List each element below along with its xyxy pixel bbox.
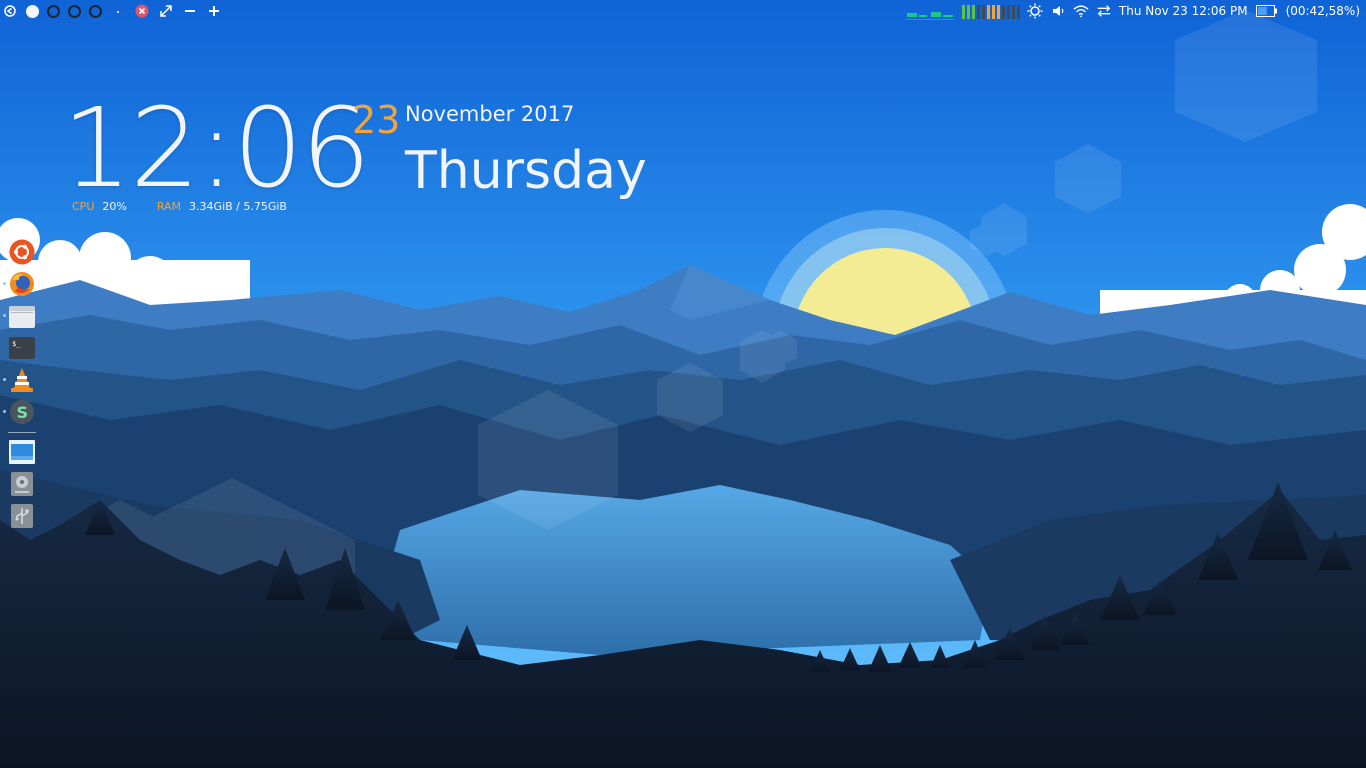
terminal-icon: $_	[9, 337, 35, 359]
vlc-icon	[11, 368, 33, 392]
svg-text:$_: $_	[12, 340, 21, 348]
menu-icon[interactable]	[2, 3, 18, 19]
dock-item-usb[interactable]	[8, 502, 36, 530]
network-transfer-icon[interactable]	[1096, 3, 1112, 19]
maximize-window-icon[interactable]	[158, 3, 174, 19]
clock-month-year: November 2017	[405, 102, 575, 126]
brightness-icon[interactable]	[1027, 3, 1043, 19]
close-window-icon[interactable]	[134, 3, 150, 19]
svg-text:S: S	[17, 403, 29, 422]
dock-item-files[interactable]	[3, 302, 36, 330]
dock-item-ubuntu[interactable]	[8, 238, 36, 266]
usb-drive-icon	[11, 504, 33, 528]
top-panel: Thu Nov 23 12:06 PM (00:42,58%)	[0, 0, 1366, 22]
cpu-label: CPU	[72, 200, 95, 213]
ram-value: 3.34GiB / 5.75GiB	[189, 200, 287, 213]
wifi-icon[interactable]	[1073, 3, 1089, 19]
dock-item-firefox[interactable]	[3, 270, 36, 298]
workspace-2-button[interactable]	[47, 4, 60, 18]
dock-item-terminal[interactable]: $_	[8, 334, 36, 362]
clock-weekday: Thursday	[405, 141, 647, 201]
running-indicator	[3, 314, 6, 317]
dock-item-s-app[interactable]: S	[3, 398, 36, 426]
network-graph	[904, 12, 955, 20]
panel-right: Thu Nov 23 12:06 PM (00:42,58%)	[904, 0, 1360, 22]
disk-drive-icon	[11, 472, 33, 496]
minimize-window-icon[interactable]	[182, 3, 198, 19]
workspace-4-button[interactable]	[89, 4, 102, 18]
datetime-label[interactable]: Thu Nov 23 12:06 PM	[1119, 4, 1248, 18]
workspace-3-button[interactable]	[68, 4, 81, 18]
battery-icon[interactable]	[1255, 3, 1279, 19]
volume-icon[interactable]	[1050, 3, 1066, 19]
workspace-1-button[interactable]	[26, 4, 39, 18]
dock-item-vlc[interactable]	[3, 366, 36, 394]
running-indicator	[3, 410, 6, 413]
screenshot-app-icon: S	[10, 400, 34, 424]
separator-dot-icon	[110, 3, 126, 19]
clock-time: 12:06	[62, 84, 371, 212]
dock-item-desktop[interactable]	[8, 438, 36, 466]
clock-day: 23	[352, 98, 401, 142]
cpu-meter	[961, 3, 1020, 19]
dock-separator	[8, 432, 36, 433]
ubuntu-icon	[9, 239, 35, 265]
cpu-value: 20%	[102, 200, 127, 213]
dock-item-disk[interactable]	[8, 470, 36, 498]
add-workspace-icon[interactable]	[206, 3, 222, 19]
battery-status-label[interactable]: (00:42,58%)	[1286, 4, 1360, 18]
file-manager-icon	[9, 306, 35, 328]
firefox-icon	[10, 272, 34, 296]
panel-left	[2, 2, 222, 20]
running-indicator	[3, 378, 6, 381]
system-stats: CPU 20% RAM 3.34GiB / 5.75GiB	[72, 200, 287, 213]
desktop-icon	[9, 440, 35, 464]
running-indicator	[3, 282, 6, 285]
ram-label: RAM	[156, 200, 182, 213]
